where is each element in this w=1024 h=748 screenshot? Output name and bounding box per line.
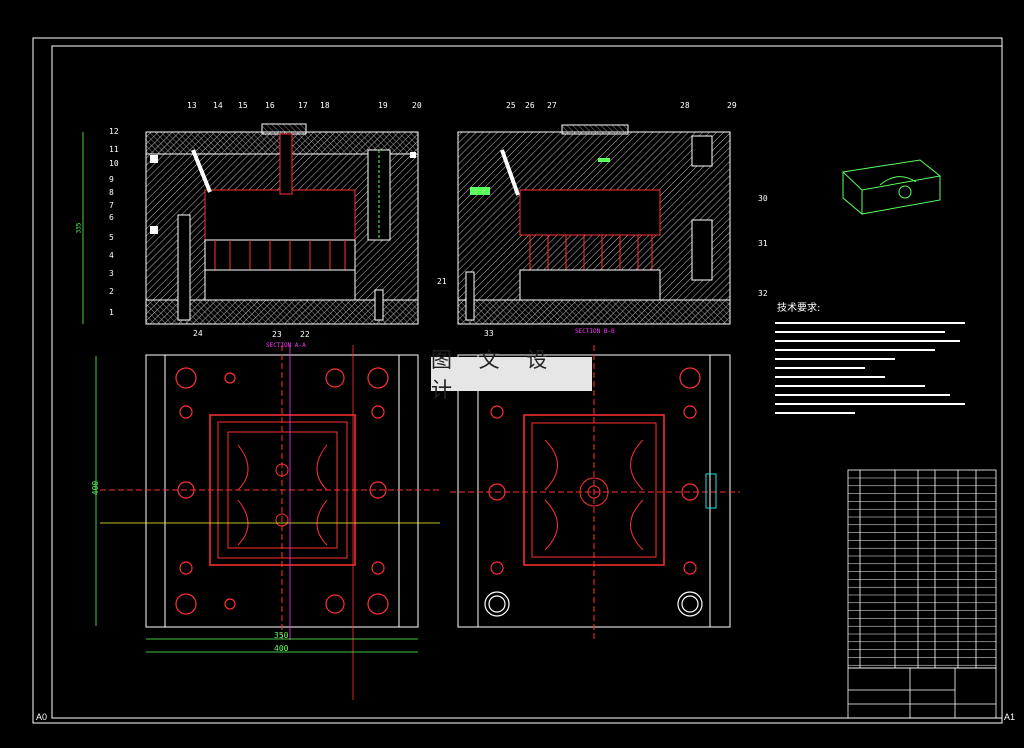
callout-31: 31 (758, 239, 768, 248)
callout-7: 7 (109, 201, 114, 210)
sheet-left-corner-label: A0 (36, 712, 48, 722)
callout-28: 28 (680, 101, 690, 110)
callout-14: 14 (213, 101, 223, 110)
dimension-width-inner: 350 (274, 631, 289, 640)
callout-15: 15 (238, 101, 248, 110)
callout-16: 16 (265, 101, 275, 110)
callout-27: 27 (547, 101, 557, 110)
callout-24: 24 (193, 329, 203, 338)
parts-list-table (847, 469, 997, 669)
callout-23: 23 (272, 330, 282, 339)
callout-12: 12 (109, 127, 119, 136)
callout-6: 6 (109, 213, 114, 222)
callout-32: 32 (758, 289, 768, 298)
callout-2: 2 (109, 287, 114, 296)
callout-26: 26 (525, 101, 535, 110)
callout-10: 10 (109, 159, 119, 168)
watermark-label: 图 文 设 计 (431, 348, 592, 402)
dimension-height-left: 400 (91, 480, 101, 496)
section-view-aa (145, 123, 419, 325)
callout-25: 25 (506, 101, 516, 110)
callout-3: 3 (109, 269, 114, 278)
callout-30: 30 (758, 194, 768, 203)
callout-11: 11 (109, 145, 119, 154)
parts-list-rows (848, 477, 996, 666)
callout-1: 1 (109, 308, 114, 317)
section-view-bb (457, 124, 731, 325)
callout-17: 17 (298, 101, 308, 110)
tech-requirements-title: 技术要求: (777, 303, 821, 314)
title-block (847, 667, 997, 719)
tech-requirements-lines (775, 322, 965, 414)
callout-8: 8 (109, 188, 114, 197)
dimension-side-height: 335 (75, 222, 83, 234)
section-bb-label: SECTION B-B (575, 328, 615, 335)
callout-4: 4 (109, 251, 114, 260)
callout-20: 20 (412, 101, 422, 110)
section-aa-label: SECTION A-A (266, 342, 306, 349)
callout-13: 13 (187, 101, 197, 110)
part-isometric-view (841, 159, 942, 216)
callout-9: 9 (109, 175, 114, 184)
callout-33: 33 (484, 329, 494, 338)
callout-18: 18 (320, 101, 330, 110)
callout-5: 5 (109, 233, 114, 242)
sheet-right-corner-label: A1 (1004, 712, 1016, 722)
dimension-width-outer: 400 (274, 644, 289, 653)
callout-21: 21 (437, 277, 447, 286)
callout-22: 22 (300, 330, 310, 339)
callout-19: 19 (378, 101, 388, 110)
callout-29: 29 (727, 101, 737, 110)
